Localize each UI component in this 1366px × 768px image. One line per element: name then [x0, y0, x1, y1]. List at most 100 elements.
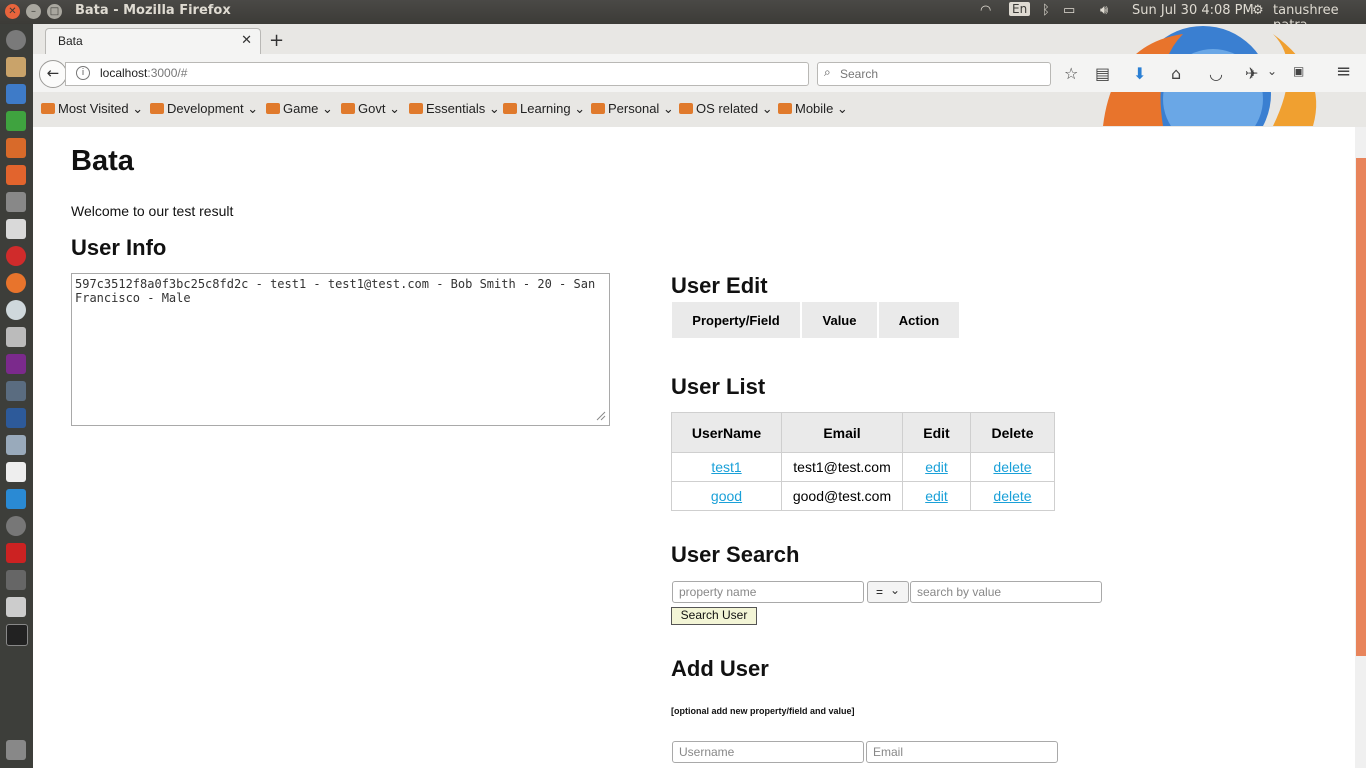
writer-icon[interactable] [6, 84, 26, 104]
tab-title: Bata [58, 34, 83, 48]
search-input[interactable]: ⌕ Search [817, 62, 1051, 86]
opera-icon[interactable] [6, 246, 26, 266]
bookmark-essentials[interactable]: Essentials ⌄ [409, 101, 500, 117]
files-icon[interactable] [6, 57, 26, 77]
column-header-delete: Delete [970, 412, 1055, 453]
bookmark-star-icon[interactable]: ☆ [1064, 64, 1078, 83]
settings-icon[interactable] [6, 516, 26, 536]
pocket-icon[interactable]: ◡ [1209, 64, 1223, 83]
calc-icon[interactable] [6, 111, 26, 131]
back-arrow-icon[interactable]: ← [39, 60, 67, 88]
skype-icon[interactable] [6, 489, 26, 509]
bookmarks-toolbar: Most Visited ⌄ Development ⌄ Game ⌄ Govt… [33, 92, 1366, 126]
battery-icon[interactable]: ▭ [1063, 3, 1075, 18]
search-icon: ⌕ [824, 65, 831, 79]
bookmark-most-visited[interactable]: Most Visited ⌄ [41, 101, 143, 117]
edit-cell: edit [902, 452, 971, 482]
url-bar[interactable]: i localhost:3000/# ↻ [65, 62, 828, 86]
bookmark-learning[interactable]: Learning ⌄ [503, 101, 585, 117]
bookmark-mobile[interactable]: Mobile ⌄ [778, 101, 848, 117]
software-center-icon[interactable] [6, 165, 26, 185]
wifi-icon[interactable]: ◠ [980, 3, 991, 18]
installer-icon[interactable] [6, 327, 26, 347]
page-title: Bata [71, 145, 134, 177]
folder-icon [591, 103, 605, 114]
keyboard-layout-indicator[interactable]: En [1009, 2, 1031, 16]
phpstorm-icon[interactable] [6, 354, 26, 374]
trash-icon[interactable] [6, 740, 26, 760]
filezilla-icon[interactable] [6, 543, 26, 563]
app-icon[interactable] [6, 219, 26, 239]
tab-close-icon[interactable]: ✕ [241, 33, 252, 48]
home-icon[interactable]: ⌂ [1171, 64, 1181, 83]
app-icon[interactable] [6, 570, 26, 590]
bookmark-game[interactable]: Game ⌄ [266, 101, 333, 117]
impress-icon[interactable] [6, 138, 26, 158]
scrollbar-thumb[interactable] [1356, 158, 1366, 656]
sleep-icon[interactable]: ▣ [1293, 64, 1304, 78]
app-icon[interactable] [6, 435, 26, 455]
operator-select[interactable]: = ⌄ [867, 581, 909, 603]
unity-launcher [0, 24, 34, 768]
user-edit-table: Property/Field Value Action [672, 302, 961, 338]
firefox-icon[interactable] [6, 273, 26, 293]
username-cell: test1 [671, 452, 782, 482]
resize-handle-icon[interactable] [596, 411, 606, 421]
search-user-button[interactable]: Search User [671, 607, 757, 625]
extension-icon[interactable]: ✈ [1245, 64, 1258, 83]
delete-link[interactable]: delete [993, 459, 1031, 475]
email-input[interactable]: Email [866, 741, 1058, 763]
folder-icon [679, 103, 693, 114]
window-minimize-button[interactable]: – [26, 4, 41, 19]
volume-icon[interactable]: 🔊︎ [1100, 3, 1108, 18]
user-info-heading: User Info [71, 235, 167, 260]
page-content: Bata Welcome to our test result User Inf… [33, 127, 1355, 768]
folder-icon [266, 103, 280, 114]
editor-icon[interactable] [6, 408, 26, 428]
bookmark-os-related[interactable]: OS related ⌄ [679, 101, 773, 117]
user-info-textarea[interactable]: 597c3512f8a0f3bc25c8fd2c - test1 - test1… [71, 273, 610, 426]
column-header-email: Email [781, 412, 903, 453]
clock[interactable]: Sun Jul 30 4:08 PM [1132, 3, 1254, 18]
chromium-icon[interactable] [6, 300, 26, 320]
bluetooth-icon[interactable]: ᛒ [1042, 3, 1050, 18]
edit-link[interactable]: edit [925, 459, 948, 475]
username-link[interactable]: test1 [711, 459, 741, 475]
text-editor-icon[interactable] [6, 462, 26, 482]
archive-icon[interactable] [6, 597, 26, 617]
username-input[interactable]: Username [672, 741, 864, 763]
column-header-edit: Edit [902, 412, 971, 453]
folder-icon [409, 103, 423, 114]
reading-list-icon[interactable]: ▤ [1095, 64, 1110, 83]
menu-icon[interactable]: ≡ [1336, 61, 1351, 82]
window-maximize-button[interactable]: □ [47, 4, 62, 19]
url-text: localhost:3000/# [100, 66, 188, 80]
bookmark-govt[interactable]: Govt ⌄ [341, 101, 400, 117]
search-value-input[interactable]: search by value [910, 581, 1102, 603]
tools-icon[interactable] [6, 192, 26, 212]
delete-cell: delete [970, 481, 1055, 511]
edit-link[interactable]: edit [925, 488, 948, 504]
search-value-placeholder: search by value [917, 585, 1002, 599]
new-tab-icon[interactable]: + [269, 30, 284, 51]
download-icon[interactable]: ⬇ [1133, 64, 1146, 83]
app-icon[interactable] [6, 381, 26, 401]
bookmark-personal[interactable]: Personal ⌄ [591, 101, 674, 117]
terminal-icon[interactable] [6, 624, 28, 646]
settings-gear-icon[interactable]: ⚙ [1252, 3, 1264, 18]
window-close-button[interactable]: ✕ [5, 4, 20, 19]
column-header-username: UserName [671, 412, 782, 453]
dash-icon[interactable] [6, 30, 26, 50]
delete-link[interactable]: delete [993, 488, 1031, 504]
property-name-placeholder: property name [679, 585, 757, 599]
window-title: Bata - Mozilla Firefox [75, 3, 231, 18]
tab-bata[interactable]: Bata ✕ [45, 28, 261, 55]
folder-icon [41, 103, 55, 114]
user-list-table: UserName Email Edit Delete test1 test1@t… [671, 412, 1055, 511]
bookmark-development[interactable]: Development ⌄ [150, 101, 258, 117]
property-name-input[interactable]: property name [672, 581, 864, 603]
chevron-down-icon[interactable]: ⌄ [1267, 64, 1277, 78]
username-link[interactable]: good [711, 488, 742, 504]
email-cell: test1@test.com [781, 452, 903, 482]
info-icon[interactable]: i [76, 66, 90, 80]
